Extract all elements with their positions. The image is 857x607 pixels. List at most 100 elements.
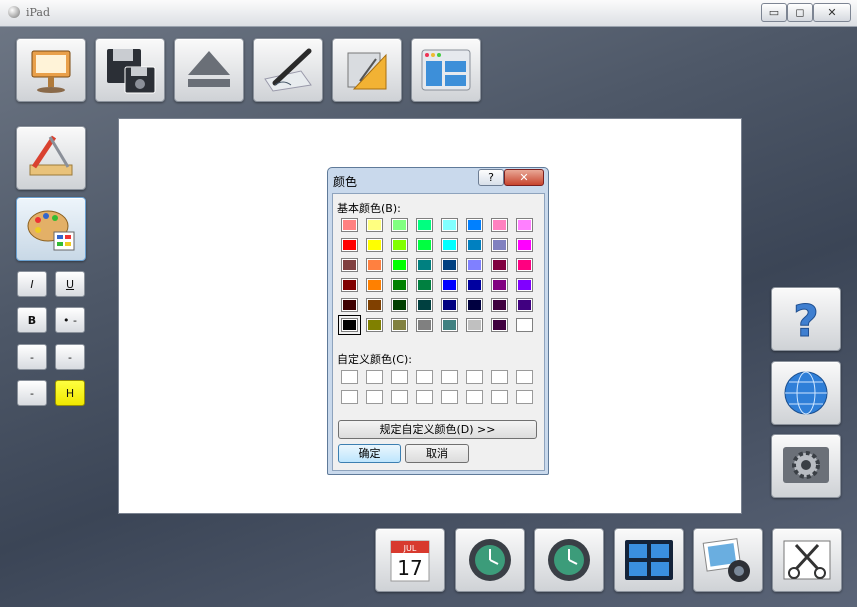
draw-tool-button[interactable] — [16, 126, 86, 190]
geometry-button[interactable] — [332, 38, 402, 102]
highlight-button[interactable]: H — [55, 380, 85, 406]
spaces-button[interactable] — [614, 528, 684, 592]
custom-color-swatch[interactable] — [416, 390, 433, 404]
color-swatch[interactable] — [441, 258, 458, 272]
dialog-help-button[interactable]: ? — [478, 169, 504, 186]
color-swatch[interactable] — [466, 298, 483, 312]
color-swatch[interactable] — [366, 278, 383, 292]
calendar-button[interactable]: JUL 17 — [375, 528, 445, 592]
custom-color-swatch[interactable] — [416, 370, 433, 384]
color-swatch[interactable] — [391, 238, 408, 252]
italic-button[interactable]: I — [17, 271, 47, 297]
time-machine-button-2[interactable] — [534, 528, 604, 592]
ok-button[interactable]: 确定 — [338, 444, 401, 463]
save-button[interactable] — [95, 38, 165, 102]
color-swatch[interactable] — [341, 218, 358, 232]
color-swatch[interactable] — [466, 238, 483, 252]
color-swatch[interactable] — [366, 298, 383, 312]
custom-color-swatch[interactable] — [516, 390, 533, 404]
format-button-2[interactable]: - — [55, 344, 85, 370]
color-swatch[interactable] — [391, 318, 408, 332]
color-swatch[interactable] — [391, 218, 408, 232]
color-swatch[interactable] — [416, 258, 433, 272]
color-swatch[interactable] — [416, 238, 433, 252]
custom-color-swatch[interactable] — [366, 370, 383, 384]
help-button[interactable]: ? — [771, 287, 841, 351]
cancel-button[interactable]: 取消 — [405, 444, 469, 463]
color-swatch[interactable] — [441, 298, 458, 312]
custom-color-swatch[interactable] — [516, 370, 533, 384]
network-button[interactable] — [771, 361, 841, 425]
color-swatch[interactable] — [491, 218, 508, 232]
restore-button[interactable]: ◻ — [787, 3, 813, 22]
bullet-button[interactable]: • - — [55, 307, 85, 333]
color-swatch[interactable] — [491, 258, 508, 272]
pencil-ruler-icon — [29, 135, 73, 176]
color-swatch[interactable] — [416, 298, 433, 312]
color-swatch[interactable] — [416, 278, 433, 292]
define-custom-colors-button[interactable]: 规定自定义颜色(D) >> — [338, 420, 537, 439]
color-swatch[interactable] — [341, 278, 358, 292]
calendar-month: JUL — [403, 544, 417, 553]
color-swatch[interactable] — [516, 218, 533, 232]
custom-color-swatch[interactable] — [441, 390, 458, 404]
color-swatch[interactable] — [391, 298, 408, 312]
color-swatch[interactable] — [441, 218, 458, 232]
color-swatch[interactable] — [516, 298, 533, 312]
color-swatch[interactable] — [466, 218, 483, 232]
underline-button[interactable]: U — [55, 271, 85, 297]
time-machine-button-1[interactable] — [455, 528, 525, 592]
color-swatch[interactable] — [391, 258, 408, 272]
color-swatch[interactable] — [466, 318, 483, 332]
custom-color-swatch[interactable] — [466, 390, 483, 404]
color-swatch[interactable] — [491, 298, 508, 312]
custom-color-swatch[interactable] — [366, 390, 383, 404]
dialog-close-button[interactable]: ✕ — [504, 169, 544, 186]
color-swatch[interactable] — [466, 258, 483, 272]
photo-button[interactable] — [693, 528, 763, 592]
color-swatch[interactable] — [491, 318, 508, 332]
bold-button[interactable]: B — [17, 307, 47, 333]
color-swatch[interactable] — [516, 318, 533, 332]
close-button[interactable]: ✕ — [813, 3, 851, 22]
color-swatch[interactable] — [491, 278, 508, 292]
custom-color-swatch[interactable] — [441, 370, 458, 384]
color-swatch[interactable] — [516, 258, 533, 272]
color-swatch[interactable] — [366, 238, 383, 252]
custom-color-swatch[interactable] — [466, 370, 483, 384]
eject-button[interactable] — [174, 38, 244, 102]
custom-color-swatch[interactable] — [491, 370, 508, 384]
system-preferences-button[interactable] — [771, 434, 841, 498]
custom-color-swatch[interactable] — [391, 370, 408, 384]
color-swatch[interactable] — [516, 238, 533, 252]
color-swatch[interactable] — [516, 278, 533, 292]
presentation-button[interactable] — [16, 38, 86, 102]
custom-color-swatch[interactable] — [491, 390, 508, 404]
custom-color-swatch[interactable] — [341, 370, 358, 384]
color-swatch[interactable] — [391, 278, 408, 292]
color-swatch[interactable] — [366, 218, 383, 232]
cut-button[interactable] — [772, 528, 842, 592]
format-button-3[interactable]: - — [17, 380, 47, 406]
color-swatch[interactable] — [366, 258, 383, 272]
color-swatch[interactable] — [341, 258, 358, 272]
signature-pen-icon — [264, 48, 312, 92]
color-swatch[interactable] — [338, 315, 361, 335]
color-swatch[interactable] — [341, 238, 358, 252]
format-button-1[interactable]: - — [17, 344, 47, 370]
color-swatch[interactable] — [416, 318, 433, 332]
color-swatch[interactable] — [416, 218, 433, 232]
color-swatch[interactable] — [366, 318, 383, 332]
color-swatch[interactable] — [491, 238, 508, 252]
minimize-button[interactable]: ▭ — [761, 3, 787, 22]
color-swatch[interactable] — [341, 298, 358, 312]
layout-button[interactable] — [411, 38, 481, 102]
color-swatch[interactable] — [466, 278, 483, 292]
palette-tool-button[interactable] — [16, 197, 86, 261]
custom-color-swatch[interactable] — [391, 390, 408, 404]
color-swatch[interactable] — [441, 318, 458, 332]
color-swatch[interactable] — [441, 278, 458, 292]
sign-button[interactable] — [253, 38, 323, 102]
custom-color-swatch[interactable] — [341, 390, 358, 404]
color-swatch[interactable] — [441, 238, 458, 252]
